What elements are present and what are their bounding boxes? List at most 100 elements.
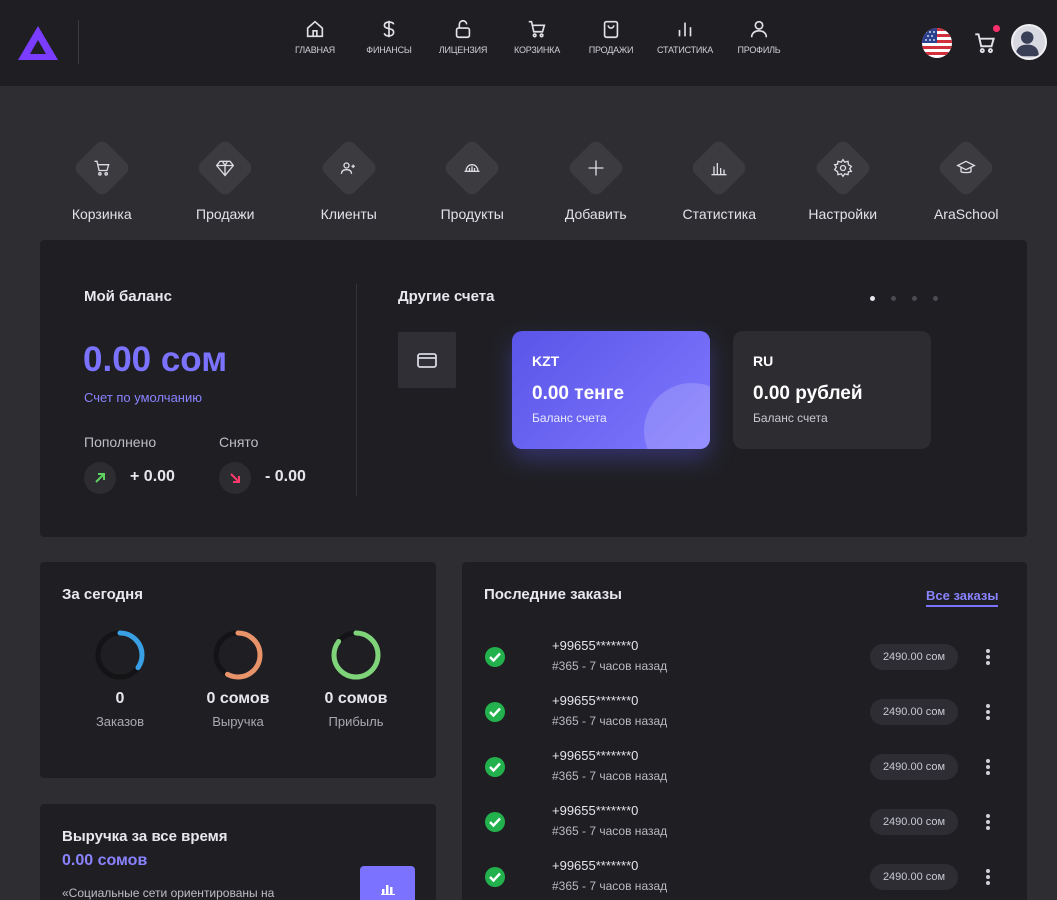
order-price: 2490.00 сом: [870, 809, 958, 835]
deposited-label: Пополнено: [84, 434, 157, 450]
account-code: RU: [753, 353, 774, 369]
quick-action-products[interactable]: Продукты: [411, 138, 535, 228]
credit-card-icon: [417, 353, 437, 368]
progress-ring-icon: [95, 630, 145, 680]
arrow-up-right-icon: [84, 462, 116, 494]
revenue-title: Выручка за все время: [62, 828, 228, 845]
more-vertical-icon[interactable]: [978, 866, 998, 888]
nav-label: ФИНАНСЫ: [366, 45, 412, 55]
quick-action-label: AraSchool: [933, 206, 999, 222]
account-card-kzt[interactable]: KZT 0.00 тенге Баланс счета: [512, 331, 710, 449]
quick-action-label: Добавить: [564, 206, 627, 222]
main-nav: ГЛАВНАЯ ФИНАНСЫ ЛИЦЕНЗИЯ КОРЗИНКА ПРОДАЖ…: [278, 18, 796, 55]
order-price: 2490.00 сом: [870, 864, 958, 890]
dollar-icon: [383, 20, 395, 38]
divider: [356, 284, 357, 496]
all-orders-link[interactable]: Все заказы: [926, 588, 999, 607]
other-accounts-title: Другие счета: [398, 288, 495, 305]
logo-icon[interactable]: [16, 24, 60, 62]
plus-icon: [588, 160, 604, 176]
order-meta: #365 - 7 часов назад: [552, 659, 668, 673]
more-vertical-icon[interactable]: [978, 646, 998, 668]
balance-panel: Мой баланс 0.00 сом Счет по умолчанию По…: [40, 240, 1027, 537]
revenue-panel: Выручка за все время 0.00 сомов «Социаль…: [40, 804, 436, 900]
nav-item-license[interactable]: ЛИЦЕНЗИЯ: [426, 18, 500, 55]
notification-dot: [993, 25, 1000, 32]
quick-action-sales[interactable]: Продажи: [164, 138, 288, 228]
account-subtitle: Баланс счета: [753, 411, 828, 425]
nav-item-finance[interactable]: ФИНАНСЫ: [352, 18, 426, 55]
nav-item-sales[interactable]: ПРОДАЖИ: [574, 18, 648, 55]
order-meta: #365 - 7 часов назад: [552, 824, 668, 838]
card-decoration: [644, 383, 710, 449]
home-icon: [306, 20, 324, 38]
quick-action-cart[interactable]: Корзинка: [40, 138, 164, 228]
product-icon: [464, 163, 480, 172]
nav-item-cart[interactable]: КОРЗИНКА: [500, 18, 574, 55]
orders-panel: Последние заказы Все заказы +99655******…: [462, 562, 1027, 900]
order-phone: +99655*******0: [552, 693, 639, 708]
stat-profit: 0 сомов Прибыль: [301, 628, 411, 729]
quick-action-label: Продажи: [196, 206, 255, 222]
order-meta: #365 - 7 часов назад: [552, 879, 668, 893]
orders-title: Последние заказы: [484, 586, 622, 603]
carousel-dot[interactable]: [870, 296, 875, 301]
logo-divider: [78, 20, 79, 64]
check-circle-icon: [485, 867, 505, 887]
carousel-dot[interactable]: [912, 296, 917, 301]
more-vertical-icon[interactable]: [978, 701, 998, 723]
account-amount: 0.00 тенге: [532, 383, 625, 404]
default-account-link[interactable]: Счет по умолчанию: [84, 390, 202, 405]
stat-value: 0: [115, 690, 125, 707]
carousel-dot[interactable]: [891, 296, 896, 301]
today-title: За сегодня: [62, 586, 143, 603]
table-row[interactable]: +99655*******0 #365 - 7 часов назад 2490…: [462, 797, 1027, 851]
nav-item-statistics[interactable]: СТАТИСТИКА: [648, 18, 722, 55]
lock-icon: [455, 19, 471, 39]
stat-orders: 0 Заказов: [65, 628, 175, 729]
stat-value: 0 сомов: [206, 690, 270, 707]
nav-label: КОРЗИНКА: [514, 45, 560, 55]
balance-title: Мой баланс: [84, 288, 172, 305]
table-row[interactable]: +99655*******0 #365 - 7 часов назад 2490…: [462, 852, 1027, 900]
stat-revenue: 0 сомов Выручка: [183, 628, 293, 729]
nav-item-home[interactable]: ГЛАВНАЯ: [278, 18, 352, 55]
account-amount: 0.00 рублей: [753, 383, 863, 404]
us-flag-icon[interactable]: [922, 28, 952, 58]
quick-action-araschool[interactable]: AraSchool: [905, 138, 1029, 228]
users-icon: [340, 162, 355, 174]
table-row[interactable]: +99655*******0 #365 - 7 часов назад 2490…: [462, 687, 1027, 741]
table-row[interactable]: +99655*******0 #365 - 7 часов назад 2490…: [462, 742, 1027, 796]
avatar[interactable]: [1011, 24, 1047, 60]
withdrawn-label: Снято: [219, 434, 259, 450]
nav-label: СТАТИСТИКА: [656, 45, 714, 55]
add-card-button[interactable]: [398, 332, 456, 388]
check-circle-icon: [485, 757, 505, 777]
order-meta: #365 - 7 часов назад: [552, 769, 668, 783]
gear-icon: [833, 158, 853, 178]
quick-actions: Корзинка Продажи Клиенты Продукты Добави…: [40, 138, 1028, 228]
more-vertical-icon[interactable]: [978, 756, 998, 778]
cart-icon: [528, 20, 546, 38]
cart-icon[interactable]: [972, 30, 998, 56]
diamond-icon: [216, 160, 235, 177]
quick-action-add[interactable]: Добавить: [534, 138, 658, 228]
quick-action-label: Корзинка: [71, 206, 132, 222]
carousel-dot[interactable]: [933, 296, 938, 301]
order-phone: +99655*******0: [552, 858, 639, 873]
quick-action-settings[interactable]: Настройки: [781, 138, 905, 228]
progress-ring-icon: [213, 630, 263, 680]
nav-label: ПРОДАЖИ: [588, 45, 634, 55]
account-card-ru[interactable]: RU 0.00 рублей Баланс счета: [733, 331, 931, 449]
order-phone: +99655*******0: [552, 638, 639, 653]
nav-item-profile[interactable]: ПРОФИЛЬ: [722, 18, 796, 55]
quick-action-statistics[interactable]: Статистика: [658, 138, 782, 228]
revenue-chart-button[interactable]: [360, 866, 415, 900]
order-price: 2490.00 сом: [870, 644, 958, 670]
more-vertical-icon[interactable]: [978, 811, 998, 833]
table-row[interactable]: +99655*******0 #365 - 7 часов назад 2490…: [462, 632, 1027, 686]
arrow-down-right-icon: [219, 462, 251, 494]
balance-amount: 0.00 сом: [83, 340, 228, 379]
withdrawn-value: - 0.00: [265, 468, 306, 485]
quick-action-clients[interactable]: Клиенты: [287, 138, 411, 228]
